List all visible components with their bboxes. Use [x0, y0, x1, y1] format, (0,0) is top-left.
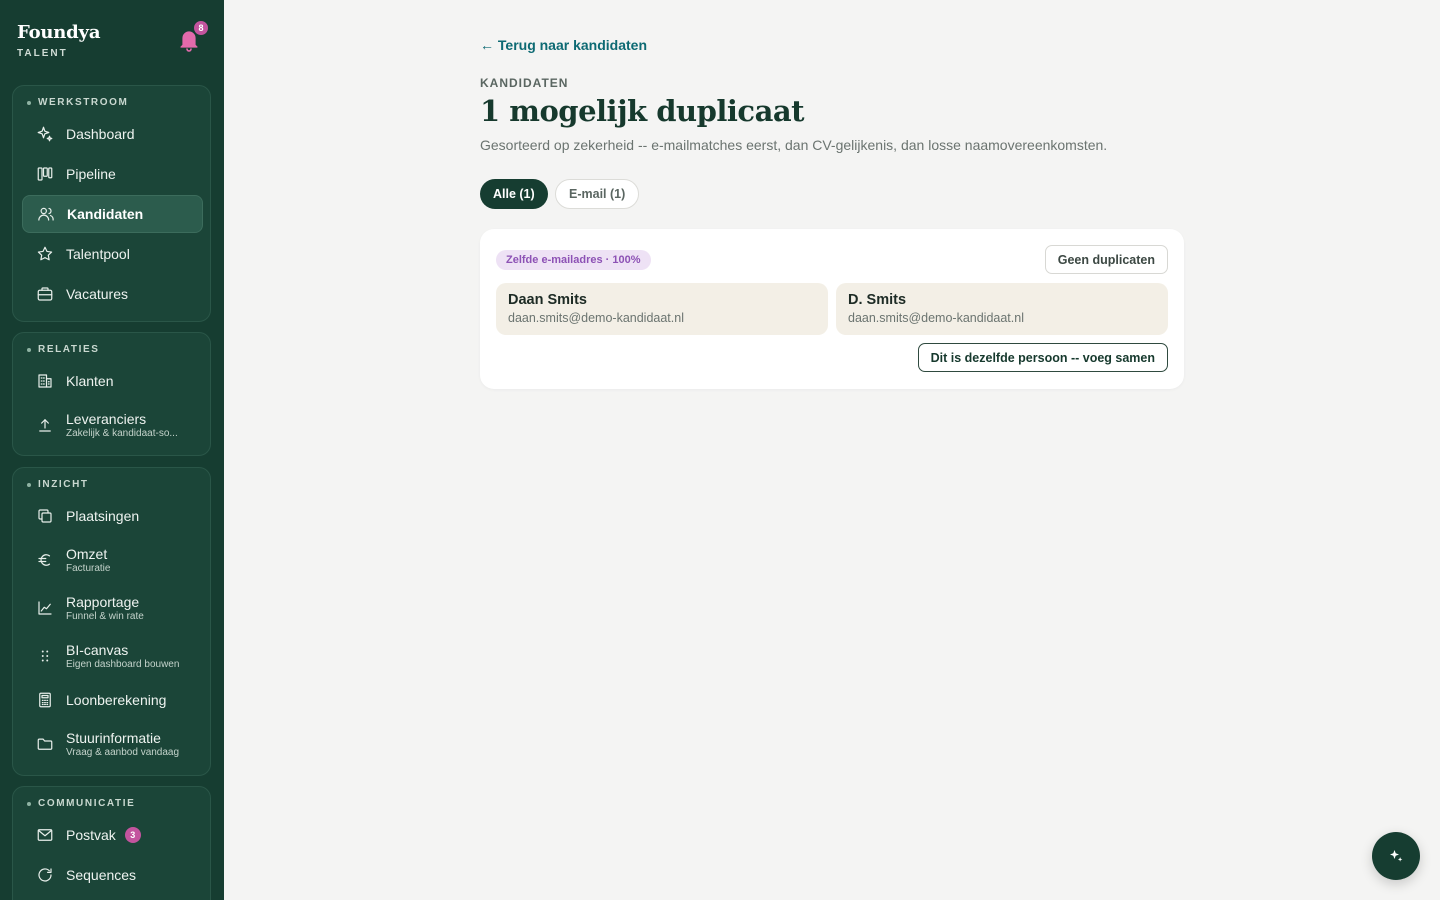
main-content: ← Terug naar kandidaten KANDIDATEN 1 mog… — [224, 0, 1440, 900]
sidebar-item-label: Loonberekening — [66, 692, 167, 708]
group-communicatie: COMMUNICATIE Postvak 3 Sequences — [12, 786, 211, 900]
sidebar-item-plaatsingen[interactable]: Plaatsingen — [22, 497, 203, 535]
postvak-count-badge: 3 — [124, 827, 141, 843]
group-werkstroom: WERKSTROOM Dashboard Pipeline Kandidaten… — [12, 85, 211, 322]
group-relaties: RELATIES Klanten Leveranciers Zakelijk &… — [12, 332, 211, 456]
back-link[interactable]: ← Terug naar kandidaten — [480, 37, 647, 53]
sidebar-item-omzet[interactable]: Omzet Facturatie — [22, 541, 203, 579]
brand-name: Foundya — [17, 22, 101, 43]
copy-icon — [35, 506, 55, 526]
chart-icon — [35, 598, 55, 618]
brand-sub: TALENT — [17, 48, 68, 59]
mail-icon — [35, 825, 55, 845]
sidebar-item-sequences[interactable]: Sequences — [22, 856, 203, 894]
sidebar-item-label: Klanten — [66, 373, 114, 389]
duplicate-card: Zelfde e-mailadres · 100% Geen duplicate… — [480, 229, 1184, 389]
sidebar-item-stuurinformatie[interactable]: Stuurinformatie Vraag & aanbod vandaag — [22, 725, 203, 763]
no-duplicates-button[interactable]: Geen duplicaten — [1044, 245, 1168, 274]
candidate-name: D. Smits — [848, 292, 907, 308]
sidebar-item-label: Leveranciers — [66, 411, 147, 427]
sparkle-icon — [1390, 850, 1403, 862]
sidebar-item-bi-canvas[interactable]: BI-canvas Eigen dashboard bouwen — [22, 637, 203, 675]
filter-email[interactable]: E-mail (1) — [555, 179, 640, 209]
sidebar-item-label: Talentpool — [66, 246, 130, 262]
folder-icon — [35, 734, 55, 754]
group-title-werkstroom: WERKSTROOM — [27, 97, 128, 108]
refresh-icon — [35, 865, 55, 885]
sidebar-item-label: Kandidaten — [67, 206, 144, 222]
sparkle-icon — [35, 124, 55, 144]
ai-assistant-button[interactable] — [1372, 832, 1420, 880]
candidate-name: Daan Smits — [508, 292, 587, 308]
sidebar: Foundya TALENT 8 WERKSTROOM Dashboard Pi… — [0, 0, 224, 900]
sidebar-item-klanten[interactable]: Klanten — [22, 362, 203, 400]
candidate-card-b[interactable]: D. Smits daan.smits@demo-kandidaat.nl — [836, 283, 1168, 335]
sidebar-item-sublabel: Zakelijk & kandidaat-so... — [66, 428, 178, 439]
sidebar-item-leveranciers[interactable]: Leveranciers Zakelijk & kandidaat-so... — [22, 406, 203, 444]
sidebar-item-sublabel: Facturatie — [66, 563, 111, 574]
match-badge: Zelfde e-mailadres · 100% — [496, 250, 651, 270]
sidebar-item-label: Rapportage — [66, 594, 140, 610]
sidebar-item-label: Plaatsingen — [66, 508, 140, 524]
sidebar-item-dashboard[interactable]: Dashboard — [22, 115, 203, 153]
sidebar-item-sublabel: Funnel & win rate — [66, 611, 144, 622]
briefcase-icon — [35, 284, 55, 304]
grip-icon — [35, 646, 55, 666]
candidate-email: daan.smits@demo-kandidaat.nl — [508, 311, 684, 325]
candidate-email: daan.smits@demo-kandidaat.nl — [848, 311, 1024, 325]
building-icon — [35, 371, 55, 391]
eyebrow: KANDIDATEN — [480, 76, 569, 90]
sidebar-item-label: Dashboard — [66, 126, 135, 142]
sidebar-item-talentpool[interactable]: Talentpool — [22, 235, 203, 273]
sidebar-item-vacatures[interactable]: Vacatures — [22, 275, 203, 313]
euro-icon — [35, 550, 55, 570]
sidebar-item-label: Vacatures — [66, 286, 128, 302]
candidate-card-a[interactable]: Daan Smits daan.smits@demo-kandidaat.nl — [496, 283, 828, 335]
merge-button[interactable]: Dit is dezelfde persoon -- voeg samen — [917, 343, 1168, 372]
page-subtitle: Gesorteerd op zekerheid -- e-mailmatches… — [480, 137, 1108, 153]
sidebar-item-postvak[interactable]: Postvak 3 — [22, 816, 203, 854]
sidebar-item-label: Sequences — [66, 867, 137, 883]
sidebar-item-label: Postvak 3 — [66, 827, 200, 843]
group-inzicht: INZICHT Plaatsingen Omzet Facturatie Rap… — [12, 467, 211, 776]
upload-icon — [35, 415, 55, 435]
filter-alle[interactable]: Alle (1) — [480, 179, 548, 209]
kanban-icon — [35, 164, 55, 184]
sidebar-item-rapportage[interactable]: Rapportage Funnel & win rate — [22, 589, 203, 627]
brand-logo[interactable]: Foundya TALENT — [17, 22, 100, 59]
calculator-icon — [35, 690, 55, 710]
group-title-inzicht: INZICHT — [27, 479, 89, 490]
sidebar-item-sublabel: Vraag & aanbod vandaag — [66, 747, 180, 758]
sidebar-item-kandidaten[interactable]: Kandidaten — [22, 195, 203, 233]
page-title: 1 mogelijk duplicaat — [480, 94, 805, 128]
star-icon — [35, 244, 55, 264]
sidebar-item-label: Omzet — [66, 546, 108, 562]
notification-badge: 8 — [193, 20, 209, 36]
group-title-relaties: RELATIES — [27, 344, 100, 355]
sidebar-item-sublabel: Eigen dashboard bouwen — [66, 659, 180, 670]
users-icon — [36, 204, 56, 224]
sidebar-item-label: Pipeline — [66, 166, 116, 182]
group-title-communicatie: COMMUNICATIE — [27, 798, 135, 809]
sidebar-item-loonberekening[interactable]: Loonberekening — [22, 681, 203, 719]
sidebar-item-label: BI-canvas — [66, 642, 129, 658]
sidebar-item-pipeline[interactable]: Pipeline — [22, 155, 203, 193]
sidebar-item-label: Stuurinformatie — [66, 730, 161, 746]
